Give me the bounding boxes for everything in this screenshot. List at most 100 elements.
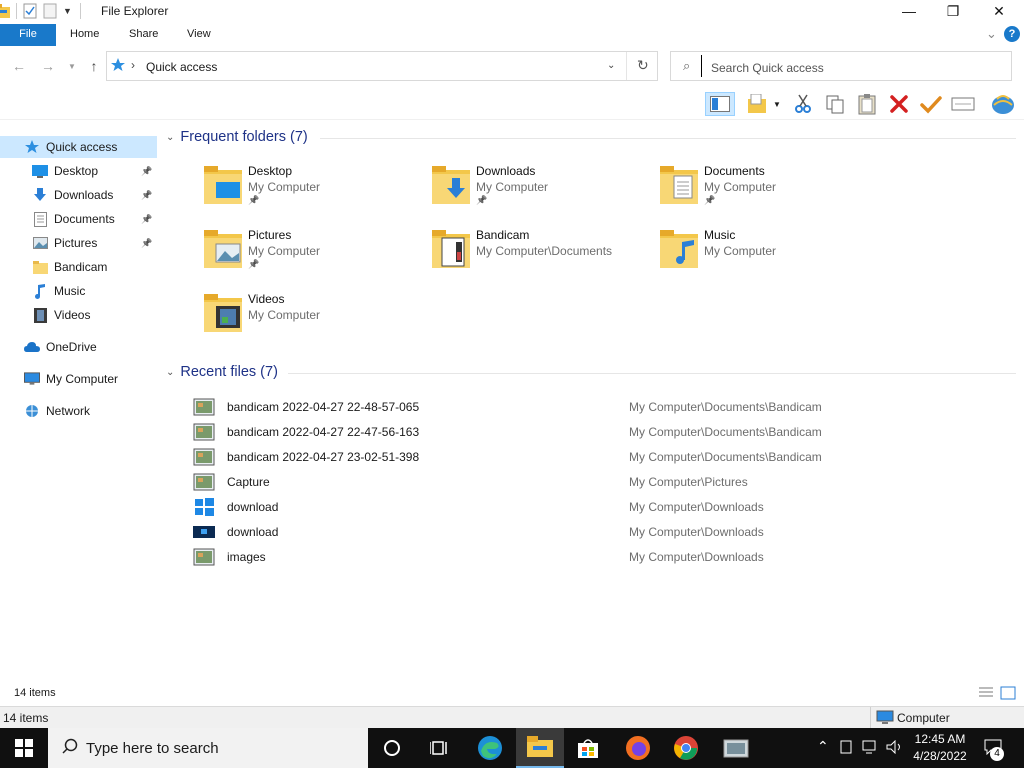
- recent-file-name: download: [227, 525, 279, 539]
- edge-browser-icon[interactable]: [466, 728, 514, 768]
- folder-tile-desktop[interactable]: Desktop My Computer 📌: [202, 164, 422, 220]
- cortana-circle-icon[interactable]: [368, 728, 416, 768]
- new-folder-icon[interactable]: [43, 3, 57, 19]
- forward-arrow-icon[interactable]: →: [38, 58, 58, 76]
- delete-x-icon[interactable]: [886, 92, 912, 116]
- maximize-button[interactable]: ❐: [930, 0, 976, 24]
- recent-file-row[interactable]: bandicam 2022-04-27 22-47-56-163 My Compu…: [192, 421, 992, 443]
- copy-icon[interactable]: [822, 92, 848, 116]
- sidebar-item-videos[interactable]: Videos: [0, 304, 157, 326]
- sidebar-item-desktop[interactable]: Desktop 📌: [0, 160, 157, 182]
- app-window-icon[interactable]: [712, 728, 760, 768]
- recent-file-row[interactable]: download My Computer\Downloads: [192, 521, 992, 543]
- pin-icon: 📌: [476, 195, 488, 205]
- refresh-icon[interactable]: ↻: [637, 57, 649, 74]
- sidebar-item-downloads[interactable]: Downloads 📌: [0, 184, 157, 206]
- customize-qat-chevron-icon[interactable]: ▼: [63, 6, 72, 16]
- desktop-folder-icon: [202, 164, 246, 208]
- new-item-icon[interactable]: [744, 92, 770, 116]
- start-windows-icon[interactable]: [0, 728, 48, 768]
- folder-name: Videos: [248, 292, 285, 306]
- paste-clipboard-icon[interactable]: [854, 92, 880, 116]
- sidebar-item-pictures[interactable]: Pictures 📌: [0, 232, 157, 254]
- recent-file-row[interactable]: download My Computer\Downloads: [192, 496, 992, 518]
- back-arrow-icon[interactable]: ←: [9, 58, 29, 76]
- sidebar-item-onedrive[interactable]: OneDrive: [0, 336, 157, 358]
- recent-file-row[interactable]: bandicam 2022-04-27 23-02-51-398 My Compu…: [192, 446, 992, 468]
- taskbar-search-box[interactable]: Type here to search: [48, 728, 368, 768]
- tab-file[interactable]: File: [0, 24, 56, 46]
- chrome-icon[interactable]: [662, 728, 710, 768]
- search-input[interactable]: Search Quick access: [711, 61, 824, 75]
- pin-icon: 📌: [141, 165, 153, 176]
- tray-device-icon[interactable]: [840, 740, 852, 757]
- recent-file-name: bandicam 2022-04-27 22-47-56-163: [227, 425, 420, 439]
- address-bar[interactable]: › Quick access ⌄ ↻: [106, 51, 658, 81]
- cloud-icon: [24, 341, 40, 353]
- properties-icon[interactable]: [23, 3, 37, 19]
- minimize-button[interactable]: —: [886, 0, 932, 24]
- breadcrumb-separator[interactable]: ›: [131, 58, 135, 72]
- sidebar-item-bandicam[interactable]: Bandicam: [0, 256, 157, 278]
- network-tray-icon[interactable]: [862, 740, 880, 757]
- close-button[interactable]: ✕: [976, 0, 1022, 24]
- tab-home[interactable]: Home: [58, 24, 111, 46]
- folder-tile-pictures[interactable]: Pictures My Computer 📌: [202, 228, 422, 284]
- breadcrumb-quick-access[interactable]: Quick access: [146, 60, 217, 74]
- search-box[interactable]: ⌕ Search Quick access: [670, 51, 1012, 81]
- recent-files-header[interactable]: ⌄ Recent files (7): [166, 364, 278, 380]
- bottom-items-count: 14 items: [3, 711, 49, 725]
- documents-icon: [32, 211, 48, 227]
- file-explorer-taskbar-icon[interactable]: [516, 728, 564, 768]
- windows-logo-thumb-icon: [192, 498, 216, 516]
- properties-card-icon[interactable]: [950, 92, 976, 116]
- up-arrow-icon[interactable]: ↑: [84, 58, 104, 76]
- frequent-folders-header[interactable]: ⌄ Frequent folders (7): [166, 129, 308, 145]
- folder-tile-videos[interactable]: Videos My Computer: [202, 292, 422, 348]
- rename-check-icon[interactable]: [918, 92, 944, 116]
- sidebar-item-my-computer[interactable]: My Computer: [0, 368, 157, 390]
- navigation-pane-icon[interactable]: [705, 92, 735, 116]
- collapse-chevron-icon[interactable]: ⌄: [166, 367, 174, 378]
- sidebar-item-label: Music: [54, 284, 86, 298]
- tab-share[interactable]: Share: [117, 24, 170, 46]
- recent-locations-chevron-icon[interactable]: ▼: [62, 62, 82, 80]
- clock-time[interactable]: 12:45 AM: [912, 732, 968, 746]
- sidebar-item-music[interactable]: Music: [0, 280, 157, 302]
- details-view-icon[interactable]: [978, 686, 994, 703]
- folder-icon: [32, 260, 48, 274]
- recent-file-path: My Computer\Pictures: [629, 475, 748, 489]
- sidebar-item-documents[interactable]: Documents 📌: [0, 208, 157, 230]
- sidebar-item-label: OneDrive: [46, 340, 97, 354]
- internet-globe-icon[interactable]: [990, 92, 1016, 116]
- show-hidden-icons-chevron-icon[interactable]: ⌃: [817, 738, 829, 755]
- folder-tile-bandicam[interactable]: Bandicam My Computer\Documents: [430, 228, 650, 284]
- sidebar-item-label: Pictures: [54, 236, 98, 250]
- folder-tile-documents[interactable]: Documents My Computer 📌: [658, 164, 878, 220]
- explorer-app-icon[interactable]: [0, 4, 10, 18]
- sidebar-item-network[interactable]: Network: [0, 400, 157, 422]
- folder-name: Documents: [704, 164, 765, 178]
- volume-speaker-icon[interactable]: [886, 739, 904, 757]
- quick-access-toolbar: ▼: [0, 3, 81, 19]
- clock-date[interactable]: 4/28/2022: [912, 749, 968, 763]
- new-item-dropdown-chevron-icon[interactable]: ▼: [770, 92, 784, 116]
- firefox-icon[interactable]: [614, 728, 662, 768]
- ribbon-collapse-chevron-icon[interactable]: ⌄: [986, 26, 997, 42]
- tab-view[interactable]: View: [175, 24, 223, 46]
- folder-tile-music[interactable]: Music My Computer: [658, 228, 878, 284]
- recent-file-row[interactable]: Capture My Computer\Pictures: [192, 471, 992, 493]
- folder-tile-downloads[interactable]: Downloads My Computer 📌: [430, 164, 650, 220]
- task-view-icon[interactable]: [416, 728, 464, 768]
- large-icons-view-icon[interactable]: [1000, 686, 1016, 703]
- cut-scissors-icon[interactable]: [790, 92, 816, 116]
- network-icon: [24, 404, 40, 419]
- recent-file-row[interactable]: images My Computer\Downloads: [192, 546, 992, 568]
- desktop-icon: [32, 164, 48, 178]
- sidebar-item-quick-access[interactable]: Quick access: [0, 136, 157, 158]
- recent-file-row[interactable]: bandicam 2022-04-27 22-48-57-065 My Compu…: [192, 396, 992, 418]
- store-bag-icon[interactable]: [564, 728, 612, 768]
- collapse-chevron-icon[interactable]: ⌄: [166, 132, 174, 143]
- address-dropdown-chevron-icon[interactable]: ⌄: [607, 60, 615, 71]
- help-icon[interactable]: ?: [1004, 26, 1020, 42]
